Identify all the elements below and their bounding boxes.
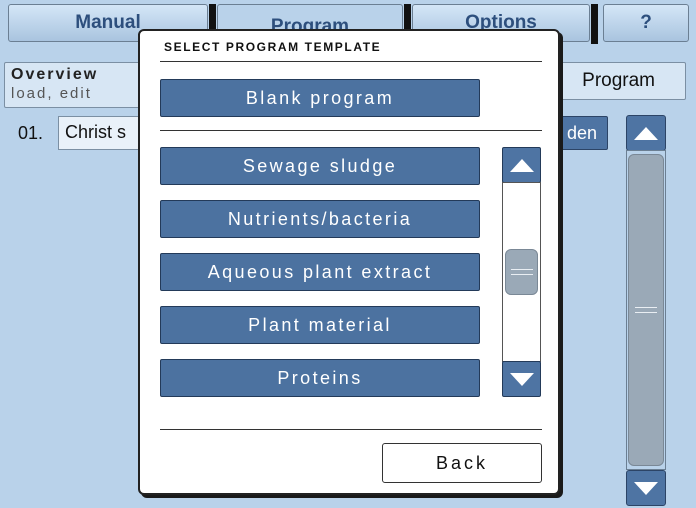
- partially-hidden-button-label: den: [566, 122, 597, 143]
- template-button-plant-material[interactable]: Plant material: [160, 306, 480, 344]
- template-label: Nutrients/bacteria: [227, 208, 413, 229]
- overview-panel[interactable]: Overview load, edit: [4, 62, 144, 108]
- template-label: Proteins: [277, 367, 363, 388]
- template-button-aqueous-plant-extract[interactable]: Aqueous plant extract: [160, 253, 480, 291]
- template-scrollbar-track[interactable]: [502, 182, 541, 362]
- template-scrollbar-thumb[interactable]: [505, 249, 538, 295]
- template-label: Sewage sludge: [242, 155, 398, 176]
- list-scrollbar-thumb[interactable]: [628, 154, 664, 466]
- blank-program-button[interactable]: Blank program: [160, 79, 480, 117]
- list-scroll-up-button[interactable]: [626, 115, 666, 151]
- template-label: Plant material: [248, 314, 392, 335]
- grip-icon: [635, 307, 657, 313]
- new-program-label: Program: [582, 70, 655, 91]
- overview-title: Overview: [11, 66, 99, 83]
- list-scrollbar-track[interactable]: [626, 150, 666, 470]
- blank-program-label: Blank program: [245, 87, 395, 108]
- list-scroll-down-button[interactable]: [626, 470, 666, 506]
- back-label: Back: [435, 452, 489, 473]
- dialog-title: SELECT PROGRAM TEMPLATE: [164, 40, 382, 54]
- triangle-down-icon: [509, 372, 534, 386]
- back-button[interactable]: Back: [382, 443, 542, 483]
- tab-help[interactable]: ?: [603, 4, 689, 42]
- divider: [160, 61, 542, 62]
- triangle-up-icon: [509, 158, 534, 172]
- template-button-proteins[interactable]: Proteins: [160, 359, 480, 397]
- overview-subtitle: load, edit: [11, 85, 92, 102]
- template-button-sewage-sludge[interactable]: Sewage sludge: [160, 147, 480, 185]
- program-number: 01.: [18, 122, 44, 143]
- template-scroll-down-button[interactable]: [502, 361, 541, 397]
- template-button-nutrients-bacteria[interactable]: Nutrients/bacteria: [160, 200, 480, 238]
- new-program-button[interactable]: Program: [546, 62, 686, 100]
- triangle-up-icon: [634, 126, 658, 140]
- triangle-down-icon: [634, 481, 658, 495]
- divider: [160, 429, 542, 430]
- template-scroll-up-button[interactable]: [502, 147, 541, 183]
- grip-icon: [510, 269, 533, 275]
- select-template-dialog: SELECT PROGRAM TEMPLATE Blank program Se…: [138, 29, 560, 495]
- tab-separator: [591, 4, 598, 44]
- divider: [160, 130, 542, 131]
- template-label: Aqueous plant extract: [207, 261, 433, 282]
